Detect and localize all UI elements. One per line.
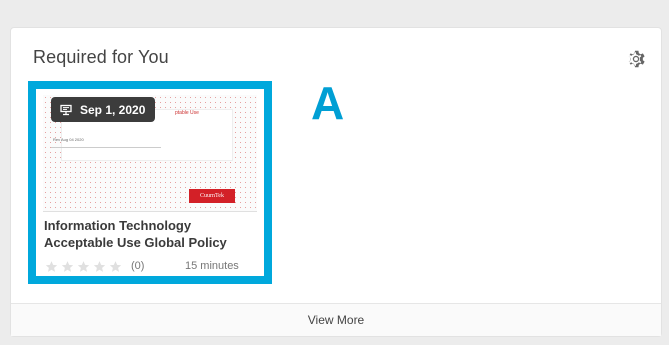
star-icon	[93, 261, 106, 272]
thumbnail-doc-subtitle: Rev Aug 04 2020	[53, 137, 84, 142]
course-title-line-2: Acceptable Use Global Policy	[44, 235, 227, 250]
rating-count: (0)	[131, 260, 145, 272]
star-icon	[61, 261, 74, 272]
view-more-button[interactable]: View More	[11, 303, 661, 336]
rating-row: (0) 15 minutes	[44, 259, 256, 275]
star-icon	[109, 261, 122, 272]
course-duration: 15 minutes	[185, 260, 239, 272]
course-title[interactable]: Information Technology Acceptable Use Gl…	[44, 217, 256, 251]
star-rating	[44, 260, 124, 273]
due-date-text: Sep 1, 2020	[80, 102, 146, 117]
course-title-line-1: Information Technology	[44, 218, 192, 233]
thumbnail-logo: CuurnTek	[189, 189, 235, 203]
gear-icon[interactable]	[625, 48, 647, 70]
panel-title: Required for You	[33, 47, 169, 67]
view-more-label: View More	[307, 313, 365, 327]
star-icon	[45, 261, 58, 272]
thumbnail-doc-title: ptable Use	[175, 110, 199, 116]
due-date-badge: Sep 1, 2020	[51, 97, 155, 122]
thumbnail-rule	[51, 147, 161, 148]
star-icon	[77, 261, 90, 272]
annotation-letter: A	[311, 77, 345, 129]
calendar-badge-icon	[60, 104, 72, 115]
